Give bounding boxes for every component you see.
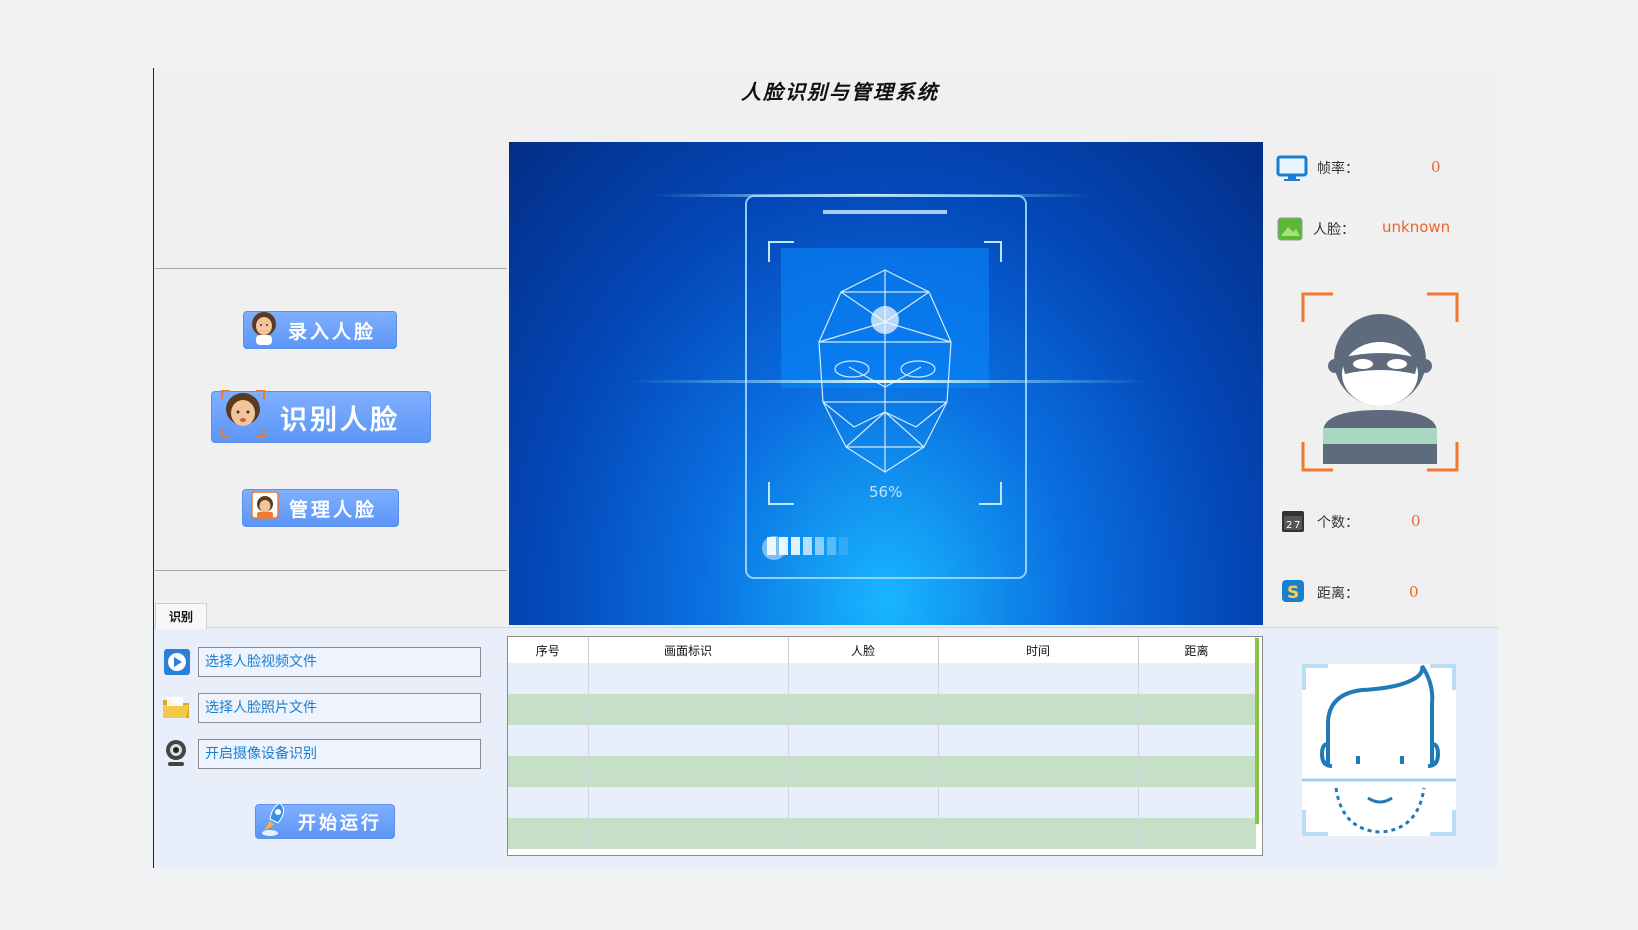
enroll-face-button[interactable]: 录入人脸 (243, 311, 397, 349)
face-label: 人脸： (1313, 222, 1355, 238)
table-row[interactable] (508, 694, 1256, 725)
start-run-label: 开始运行 (298, 812, 382, 834)
column-header-index[interactable]: 序号 (508, 637, 589, 663)
calendar-icon: 2 7 (1280, 508, 1306, 538)
table-header-row: 序号 画面标识 人脸 时间 距离 (508, 637, 1256, 663)
distance-icon: S (1280, 578, 1306, 608)
folder-icon[interactable] (161, 694, 191, 724)
face-image-icon (1276, 216, 1304, 246)
column-header-time[interactable]: 时间 (938, 637, 1139, 663)
table-row[interactable] (508, 663, 1256, 694)
enroll-face-label: 录入人脸 (288, 320, 377, 343)
column-header-distance[interactable]: 距离 (1138, 637, 1256, 663)
manage-face-button[interactable]: 管理人脸 (242, 489, 399, 527)
page-title: 人脸识别与管理系统 (741, 80, 939, 104)
tab-recognize[interactable]: 识别 (155, 603, 207, 629)
open-camera-field[interactable]: 开启摄像设备识别 (198, 739, 481, 769)
video-display: 56% (509, 142, 1263, 625)
fps-value: 0 (1431, 158, 1441, 176)
table-row[interactable] (508, 818, 1256, 849)
monitor-icon (1276, 155, 1308, 187)
table-row[interactable] (508, 787, 1256, 818)
divider-top (155, 268, 507, 269)
count-label: 个数： (1317, 515, 1359, 531)
rocket-icon (260, 801, 288, 842)
pane-divider (154, 627, 1498, 628)
svg-text:2: 2 (1286, 520, 1292, 531)
face-scan-avatar-icon (220, 389, 266, 446)
table-row[interactable] (508, 725, 1256, 756)
scan-progress-text: 56% (869, 483, 902, 501)
divider-bottom (155, 570, 507, 571)
face-scan-illustration: 56% (629, 194, 1149, 579)
select-photo-file-field[interactable]: 选择人脸照片文件 (198, 693, 481, 723)
face-value: unknown (1382, 218, 1451, 236)
results-table[interactable]: 序号 画面标识 人脸 时间 距离 (507, 636, 1263, 856)
recognize-face-button[interactable]: 识别人脸 (211, 389, 431, 446)
distance-value: 0 (1409, 583, 1419, 601)
table-row[interactable] (508, 756, 1256, 787)
woman-avatar-icon (250, 311, 278, 350)
table-scrollbar[interactable] (1255, 638, 1259, 824)
count-value: 0 (1411, 512, 1421, 530)
start-run-button[interactable]: 开始运行 (255, 801, 395, 842)
face-outline-icon (1302, 664, 1456, 840)
column-header-face[interactable]: 人脸 (788, 637, 939, 663)
masked-person-icon (1301, 292, 1459, 476)
id-card-avatar-icon (249, 490, 281, 527)
fps-label: 帧率： (1317, 161, 1359, 177)
recognize-face-label: 识别人脸 (280, 404, 400, 436)
play-icon[interactable] (163, 648, 191, 680)
column-header-frame[interactable]: 画面标识 (588, 637, 789, 663)
svg-text:7: 7 (1294, 520, 1300, 531)
webcam-icon[interactable] (163, 738, 189, 772)
distance-label: 距离： (1317, 586, 1359, 602)
manage-face-label: 管理人脸 (289, 498, 378, 521)
svg-text:S: S (1287, 583, 1299, 603)
select-video-file-field[interactable]: 选择人脸视频文件 (198, 647, 481, 677)
